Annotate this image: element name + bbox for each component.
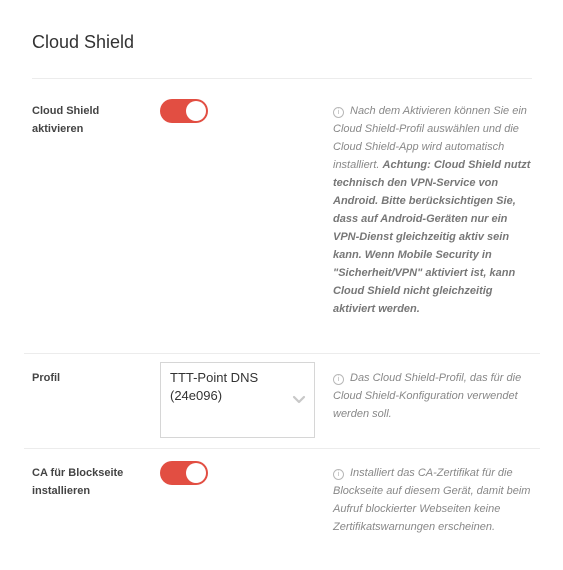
cloud-shield-settings-panel: Cloud Shield Cloud Shield aktivieren i Na…	[0, 0, 563, 570]
ca-blockpage-help: i Installiert das CA-Zertifikat für die B…	[333, 464, 533, 536]
row-divider	[24, 353, 540, 354]
ca-blockpage-label: CA für Blockseite installieren	[32, 467, 124, 497]
info-icon: i	[333, 107, 344, 118]
info-icon: i	[333, 374, 344, 385]
ca-blockpage-toggle[interactable]	[160, 461, 208, 485]
profile-select-value: TTT-Point DNS (24e096)	[170, 370, 259, 403]
page-title: Cloud Shield	[32, 32, 135, 52]
profile-help-text: Das Cloud Shield-Profil, das für die Clo…	[333, 372, 522, 420]
profile-label: Profil	[32, 372, 61, 384]
info-icon: i	[333, 469, 344, 480]
cloud-shield-help-warning: Achtung: Cloud Shield nutzt technisch de…	[333, 159, 531, 315]
toggle-knob	[186, 101, 206, 121]
profile-select[interactable]: TTT-Point DNS (24e096)	[160, 362, 315, 438]
cloud-shield-enable-label: Cloud Shield aktivieren	[32, 105, 100, 135]
chevron-down-icon	[292, 395, 306, 404]
cloud-shield-help: i Nach dem Aktivieren können Sie ein Clou…	[333, 102, 533, 318]
toggle-knob	[186, 463, 206, 483]
row-divider	[24, 448, 540, 449]
profile-help: i Das Cloud Shield-Profil, das für die Cl…	[333, 369, 533, 423]
cloud-shield-enable-toggle[interactable]	[160, 99, 208, 123]
ca-blockpage-help-text: Installiert das CA-Zertifikat für die Bl…	[333, 467, 531, 533]
title-divider	[32, 78, 532, 79]
